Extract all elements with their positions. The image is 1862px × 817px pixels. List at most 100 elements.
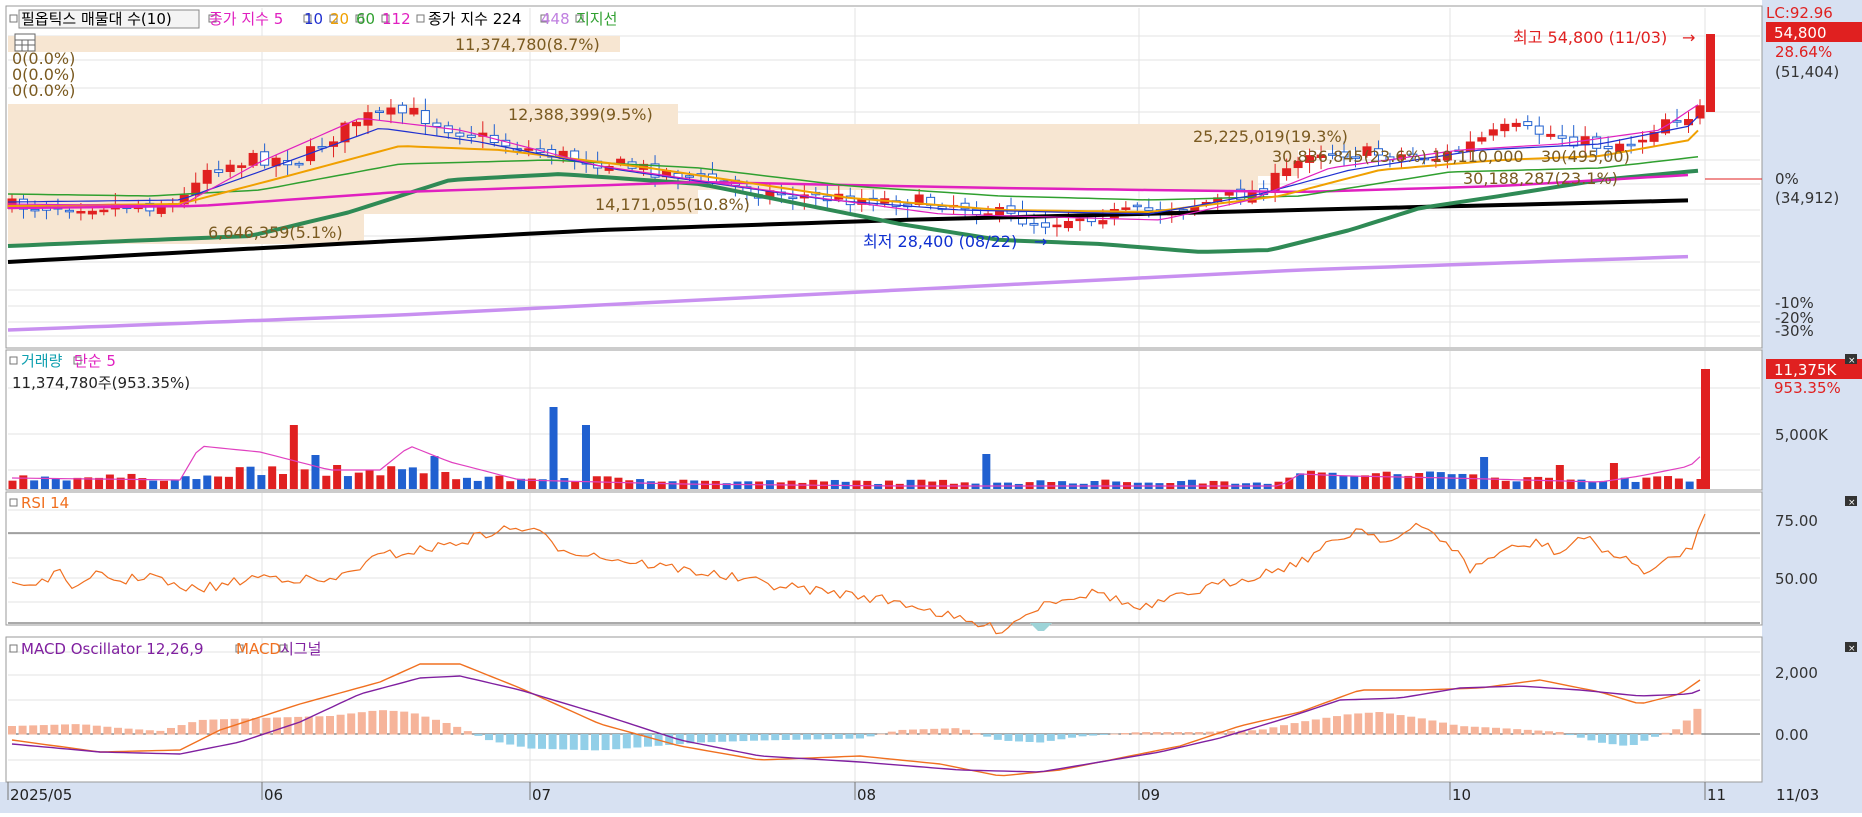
macd-osc-bar	[1672, 729, 1681, 735]
macd-osc-bar	[1004, 734, 1013, 741]
legend-item: 448	[541, 10, 570, 28]
macd-osc-bar	[845, 734, 854, 739]
volume-bar	[311, 455, 320, 489]
calculator-icon[interactable]	[14, 33, 36, 52]
macd-osc-bar	[591, 734, 599, 751]
legend-item: 단순 5	[74, 352, 116, 370]
macd-osc-bar	[813, 734, 822, 740]
macd-osc-bar	[1205, 731, 1214, 735]
macd-osc-bar	[8, 726, 16, 735]
macd-osc-bar	[389, 710, 398, 735]
macd-osc-bar	[1099, 734, 1108, 735]
volume-profile-label: 12,388,399(9.5%)	[508, 105, 653, 124]
macd-osc-bar	[728, 734, 737, 742]
volume-profile-label: 6,646,359(5.1%)	[208, 223, 343, 242]
lc-label: LC:92.96	[1766, 4, 1833, 22]
volume-bar	[1350, 476, 1359, 489]
legend-item: 종가 지수 224	[428, 10, 521, 28]
macd-osc-bar	[1036, 734, 1045, 743]
macd-osc-bar	[1417, 718, 1426, 735]
volume-bar	[279, 474, 288, 489]
volume-profile-label: 14,171,055(10.8%)	[595, 195, 750, 214]
max-price-label: 최고 54,800 (11/03)	[1513, 28, 1667, 47]
volume-pct-label: 953.35%	[1774, 379, 1841, 397]
volume-bar	[1620, 477, 1629, 489]
volume-profile-label: 30(495,00)	[1541, 147, 1630, 166]
macd-osc-bar	[273, 717, 281, 735]
macd-osc-bar	[495, 734, 504, 743]
volume-bar	[181, 476, 190, 489]
macd-tick-0: 0.00	[1775, 726, 1808, 744]
macd-osc-bar	[697, 734, 705, 743]
macd-osc-bar	[114, 727, 122, 735]
macd-osc-bar	[1407, 716, 1416, 735]
volume-bar	[1404, 475, 1413, 489]
macd-osc-bar	[792, 734, 801, 740]
volume-bar	[8, 480, 17, 489]
macd-osc-bar	[866, 734, 875, 737]
legend-item: MACD Oscillator 12,26,9	[21, 640, 204, 658]
macd-osc-bar	[1311, 719, 1320, 735]
macd-osc-bar	[1184, 732, 1193, 735]
volume-bar	[398, 469, 407, 489]
volume-bar	[127, 473, 136, 489]
volume-bar	[1425, 471, 1434, 489]
x-axis-label: 07	[532, 786, 551, 804]
macd-osc-bar	[940, 728, 949, 735]
macd-osc-bar	[1046, 734, 1055, 741]
volume-bar	[419, 473, 428, 489]
current-price-value: 54,800	[1774, 24, 1827, 42]
volume-profile-label: 11,374,780(8.7%)	[455, 35, 600, 54]
volume-bar	[1653, 476, 1662, 489]
macd-osc-bar	[61, 724, 69, 735]
stock-chart[interactable]: 11,374,780(8.7%) 12,388,399(9.5%) 25,225,0…	[0, 0, 1862, 813]
macd-osc-bar	[739, 734, 748, 742]
macd-osc-bar	[527, 734, 536, 749]
volume-current-value: 11,375K	[1774, 361, 1837, 379]
macd-osc-bar	[1089, 734, 1098, 736]
volume-bar	[462, 477, 471, 489]
macd-osc-bar	[856, 734, 864, 739]
macd-osc-bar	[18, 725, 27, 735]
x-axis-label: 10	[1452, 786, 1471, 804]
macd-osc-bar	[167, 727, 175, 735]
macd-osc-bar	[1174, 732, 1182, 735]
macd-osc-bar	[1290, 723, 1299, 735]
volume-bar	[495, 475, 504, 489]
volume-sub-label: 11,374,780주(953.35%)	[12, 374, 190, 392]
macd-osc-bar	[1025, 734, 1034, 742]
macd-osc-bar	[145, 730, 154, 735]
macd-osc-bar	[930, 728, 939, 735]
volume-bar	[1447, 474, 1456, 489]
macd-osc-bar	[1682, 720, 1691, 735]
volume-bar	[917, 479, 926, 489]
macd-osc-bar	[781, 734, 790, 740]
macd-osc-bar	[824, 734, 833, 740]
volume-bar	[235, 467, 244, 489]
volume-bar	[1523, 477, 1532, 489]
macd-osc-bar	[1057, 734, 1066, 740]
max-price-arrow: →	[1682, 28, 1695, 47]
macd-osc-bar	[1131, 732, 1140, 735]
volume-bar	[1415, 473, 1424, 489]
macd-osc-bar	[315, 716, 324, 735]
x-axis-label: 11	[1707, 786, 1726, 804]
macd-osc-bar	[1333, 716, 1341, 735]
macd-osc-bar	[1354, 713, 1363, 735]
volume-bar	[1609, 463, 1618, 489]
volume-bar	[1436, 472, 1445, 489]
macd-osc-bar	[1301, 721, 1310, 735]
min-price-label: 최저 28,400 (08/22)	[863, 232, 1017, 251]
macd-osc-bar	[919, 729, 928, 735]
macd-osc-bar	[1364, 712, 1373, 735]
volume-bar	[982, 454, 991, 489]
macd-osc-bar	[1545, 731, 1553, 735]
macd-osc-bar	[1110, 733, 1119, 735]
volume-bar	[300, 469, 309, 489]
min-price-arrow: →	[1034, 232, 1047, 251]
macd-osc-bar	[1449, 724, 1458, 735]
macd-osc-bar	[622, 734, 631, 749]
macd-osc-bar	[1629, 734, 1638, 745]
macd-osc-bar	[569, 734, 578, 750]
macd-osc-bar	[909, 729, 917, 735]
